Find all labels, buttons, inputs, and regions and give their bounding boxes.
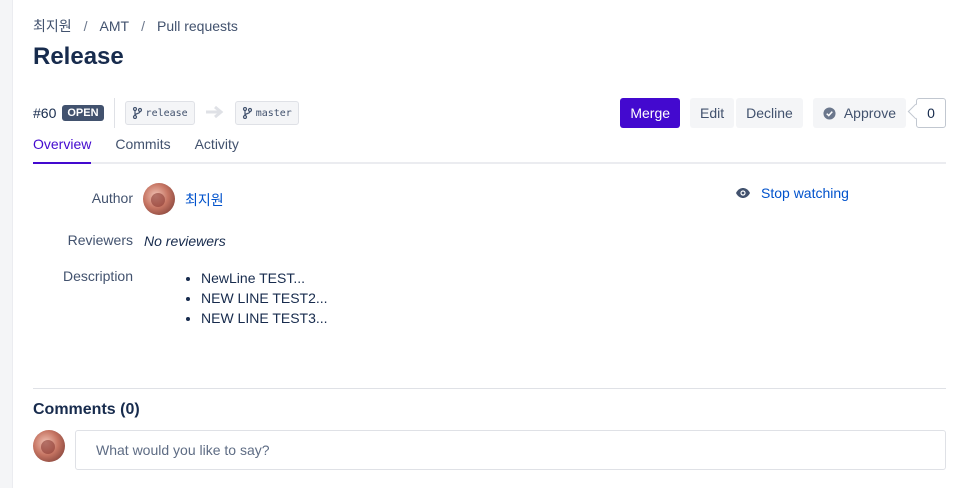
author-name-link[interactable]: 최지원 bbox=[185, 190, 224, 210]
approve-label: Approve bbox=[843, 105, 896, 121]
reviewers-label: Reviewers bbox=[67, 232, 133, 248]
left-sidebar-rail bbox=[0, 0, 13, 488]
source-branch-chip[interactable]: release bbox=[124, 101, 195, 125]
description-item: NEW LINE TEST3... bbox=[201, 308, 328, 328]
branch-icon bbox=[132, 107, 142, 119]
description-label: Description bbox=[62, 268, 133, 284]
stop-watching-label: Stop watching bbox=[761, 185, 849, 201]
author-avatar[interactable] bbox=[143, 183, 175, 215]
reviewers-value: No reviewers bbox=[144, 233, 226, 249]
arrow-right-icon bbox=[205, 104, 225, 122]
check-circle-icon bbox=[823, 106, 836, 120]
tab-overview[interactable]: Overview bbox=[33, 136, 92, 164]
decline-button[interactable]: Decline bbox=[736, 98, 803, 128]
status-badge: OPEN bbox=[62, 105, 104, 121]
page-title: Release bbox=[33, 43, 124, 70]
source-branch-name: release bbox=[145, 107, 188, 119]
description-list: NewLine TEST... NEW LINE TEST2... NEW LI… bbox=[183, 268, 328, 328]
target-branch-name: master bbox=[255, 107, 292, 119]
edit-button[interactable]: Edit bbox=[690, 98, 735, 128]
branch-icon bbox=[242, 107, 252, 119]
author-label: Author bbox=[91, 190, 133, 206]
comments-title: Comments (0) bbox=[33, 401, 140, 418]
merge-button[interactable]: Merge bbox=[620, 98, 681, 128]
section-divider bbox=[33, 388, 946, 389]
breadcrumb-item-owner[interactable]: 최지원 bbox=[33, 16, 72, 36]
stop-watching-link[interactable]: Stop watching bbox=[735, 185, 849, 201]
approve-button[interactable]: Approve bbox=[812, 98, 906, 128]
comment-input[interactable] bbox=[75, 430, 946, 470]
current-user-avatar[interactable] bbox=[33, 430, 65, 462]
approve-count: 0 bbox=[907, 98, 946, 128]
pr-id: #60 bbox=[33, 105, 57, 121]
pr-actions: Merge Edit Decline Approve 0 bbox=[620, 98, 946, 128]
description-item: NEW LINE TEST2... bbox=[201, 288, 328, 308]
meta-divider bbox=[113, 98, 115, 128]
pr-meta-row: #60 OPEN release master bbox=[33, 98, 299, 128]
tab-activity[interactable]: Activity bbox=[195, 136, 239, 162]
breadcrumb-item-repo[interactable]: AMT bbox=[100, 18, 130, 34]
breadcrumb-separator: / bbox=[141, 18, 145, 34]
pr-tabs: Overview Commits Activity bbox=[33, 136, 946, 164]
breadcrumb-separator: / bbox=[83, 18, 88, 34]
eye-icon bbox=[736, 188, 750, 198]
tab-commits[interactable]: Commits bbox=[115, 136, 170, 162]
breadcrumb: 최지원 / AMT / Pull requests bbox=[33, 16, 238, 36]
description-item: NewLine TEST... bbox=[201, 268, 328, 288]
target-branch-chip[interactable]: master bbox=[234, 101, 299, 125]
breadcrumb-item-pull-requests[interactable]: Pull requests bbox=[157, 18, 238, 34]
